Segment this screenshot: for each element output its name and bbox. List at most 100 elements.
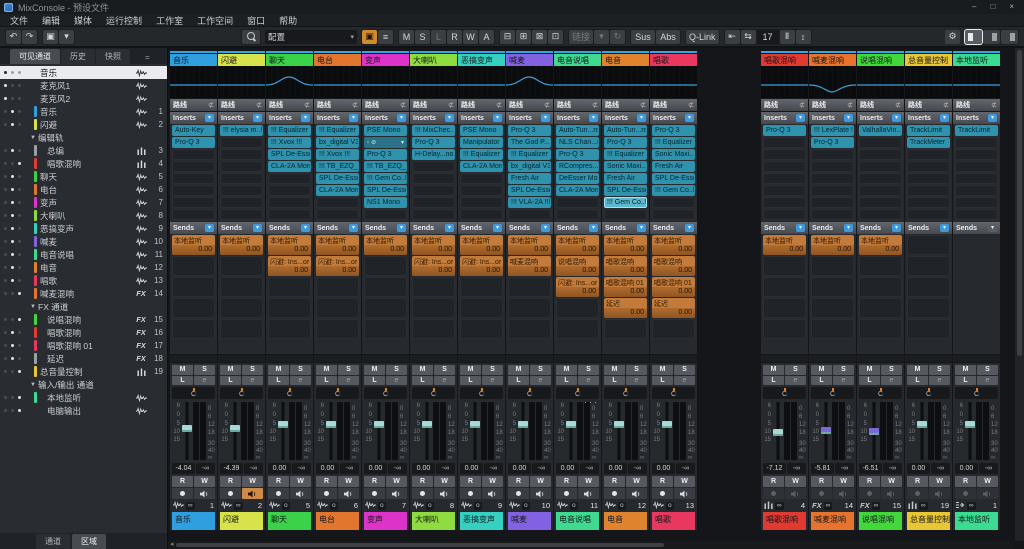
insert-slot-empty[interactable] [859, 209, 902, 220]
solo-button[interactable]: S [833, 365, 854, 375]
volume-fader[interactable] [277, 401, 288, 461]
write-automation-button[interactable]: W [530, 476, 551, 487]
mute-button[interactable]: M [604, 365, 625, 375]
insert-slot-empty[interactable] [172, 209, 215, 220]
send-slot[interactable]: 闪避: Ins...or0.00 [460, 256, 503, 276]
insert-slot[interactable]: !!! MixChec..!! [412, 125, 455, 136]
record-enable-button[interactable] [811, 488, 832, 499]
strip-curve-display[interactable] [314, 66, 361, 98]
read-automation-button[interactable]: R [508, 476, 529, 487]
zone-dot-2[interactable] [11, 214, 14, 217]
insert-slot[interactable]: Auto-Tun...ro [556, 125, 599, 136]
insert-slot-empty[interactable] [859, 137, 902, 148]
fader-cap[interactable] [182, 425, 192, 432]
menu-帮助[interactable]: 帮助 [279, 14, 297, 27]
peak-meter-value[interactable]: -∞ [340, 463, 359, 474]
listen-button[interactable]: L [508, 376, 529, 386]
listen-button[interactable]: L [604, 376, 625, 386]
insert-slot[interactable]: SPL De-Esser [316, 173, 359, 184]
inserts-menu-icon[interactable]: ▾ [397, 114, 406, 122]
fader-level-value[interactable]: 0.00 [316, 463, 339, 474]
insert-slot-empty[interactable] [652, 209, 695, 220]
pan-control[interactable]: C [811, 387, 854, 399]
send-slot[interactable]: 唱歌混响0.00 [604, 256, 647, 276]
zone-dot-3[interactable] [18, 253, 21, 256]
sidebar-tab-menu-icon[interactable]: = [145, 53, 150, 64]
strip-name-footer[interactable]: 恶搞变声 [460, 512, 503, 530]
peak-meter-value[interactable]: -∞ [676, 463, 695, 474]
insert-slot[interactable]: Pro-Q 3 [556, 149, 599, 160]
maximize-button[interactable]: □ [990, 1, 995, 13]
send-slot-empty[interactable] [412, 319, 455, 339]
scroll-left-icon[interactable]: ◂ [170, 541, 174, 549]
bank-step-icon[interactable]: ⇆ [741, 30, 756, 44]
listen-button[interactable]: L [268, 376, 289, 386]
strip-name-footer[interactable]: 聊天 [268, 512, 311, 530]
send-level-value[interactable]: 0.00 [652, 287, 695, 297]
insert-slot-empty[interactable] [811, 209, 854, 220]
fader-level-value[interactable]: -4.04 [172, 463, 195, 474]
send-slot-empty[interactable] [763, 277, 806, 297]
read-automation-button[interactable]: R [364, 476, 385, 487]
send-slot-empty[interactable] [220, 298, 263, 318]
fader-level-value[interactable]: 0.00 [412, 463, 435, 474]
fader-cap[interactable] [566, 421, 576, 428]
zone-dot-2[interactable] [11, 318, 14, 321]
volume-fader[interactable] [661, 401, 672, 461]
routing-collapse-icon[interactable]: ⊄ [304, 101, 310, 109]
insert-slot[interactable]: Pro-Q 3 [652, 125, 695, 136]
channel-list-item-音乐[interactable]: 音乐 [0, 66, 167, 79]
zone-dot-1[interactable] [4, 292, 7, 295]
sends-rack-header[interactable]: Sends▾ [266, 222, 313, 234]
send-slot[interactable]: 本地监听0.00 [412, 235, 455, 255]
snapshot-camera-button[interactable]: ▣ [362, 30, 377, 44]
zone-dot-1[interactable] [4, 97, 7, 100]
listen-button[interactable]: L [220, 376, 241, 386]
sends-rack-header[interactable]: Sends▾ [506, 222, 553, 234]
channel-list-item-本地监听[interactable]: 本地监听 [0, 391, 167, 404]
sends-menu-icon[interactable]: ▾ [349, 224, 358, 232]
inserts-menu-icon[interactable]: ▾ [301, 114, 310, 122]
zone-dot-2[interactable] [11, 357, 14, 360]
inserts-rack-header[interactable]: Inserts▾ [650, 112, 697, 124]
sends-menu-icon[interactable]: ▾ [205, 224, 214, 232]
zone-dot-2[interactable] [11, 188, 14, 191]
send-slot[interactable]: 本地监听0.00 [763, 235, 806, 255]
sends-rack-header[interactable]: Sends▾ [809, 222, 856, 234]
zone-dot-3[interactable] [18, 396, 21, 399]
sends-menu-icon[interactable]: ▾ [445, 224, 454, 232]
zone-dot-1[interactable] [4, 279, 7, 282]
zone-dot-2[interactable] [11, 292, 14, 295]
listen-button[interactable]: L [955, 376, 976, 386]
insert-slot[interactable]: CLA-2A Mono [460, 161, 503, 172]
record-enable-button[interactable] [604, 488, 625, 499]
listen-button[interactable]: L [172, 376, 193, 386]
monitor-button[interactable] [977, 488, 998, 499]
sends-menu-icon[interactable]: ▾ [301, 224, 310, 232]
routing-rack-header[interactable]: 路线⊄ [953, 99, 1000, 111]
routing-collapse-icon[interactable]: ⊄ [847, 101, 853, 109]
read-automation-button[interactable]: R [907, 476, 928, 487]
inserts-rack-header[interactable]: Inserts▾ [761, 112, 808, 124]
insert-slot[interactable]: SPL De-Esser [508, 185, 551, 196]
pan-control[interactable]: C [172, 387, 215, 399]
insert-slot[interactable]: PSE Mono [460, 125, 503, 136]
zone-dot-2[interactable] [11, 227, 14, 230]
link-group-button[interactable]: 链接 [569, 30, 593, 44]
strip-name-footer[interactable]: 唱歌 [652, 512, 695, 530]
sends-rack-header[interactable]: Sends▾ [953, 222, 1000, 234]
peak-meter-value[interactable]: -∞ [931, 463, 950, 474]
send-level-value[interactable]: 0.00 [652, 245, 695, 255]
zone-dot-3[interactable] [18, 97, 21, 100]
send-slot-empty[interactable] [508, 298, 551, 318]
zone-dot-3[interactable] [18, 227, 21, 230]
send-level-value[interactable]: 0.00 [316, 245, 359, 255]
sends-menu-icon[interactable]: ▾ [397, 224, 406, 232]
pan-control[interactable]: C [763, 387, 806, 399]
channel-list-item-电台[interactable]: 电台6 [0, 183, 167, 196]
insert-slot-empty[interactable] [907, 185, 950, 196]
sidebar-tab-快照[interactable]: 快照 [96, 49, 130, 64]
peak-meter-value[interactable]: -∞ [580, 463, 599, 474]
inserts-rack-header[interactable]: Inserts▾ [506, 112, 553, 124]
strip-name-footer[interactable]: 总音量控制 [907, 512, 950, 530]
